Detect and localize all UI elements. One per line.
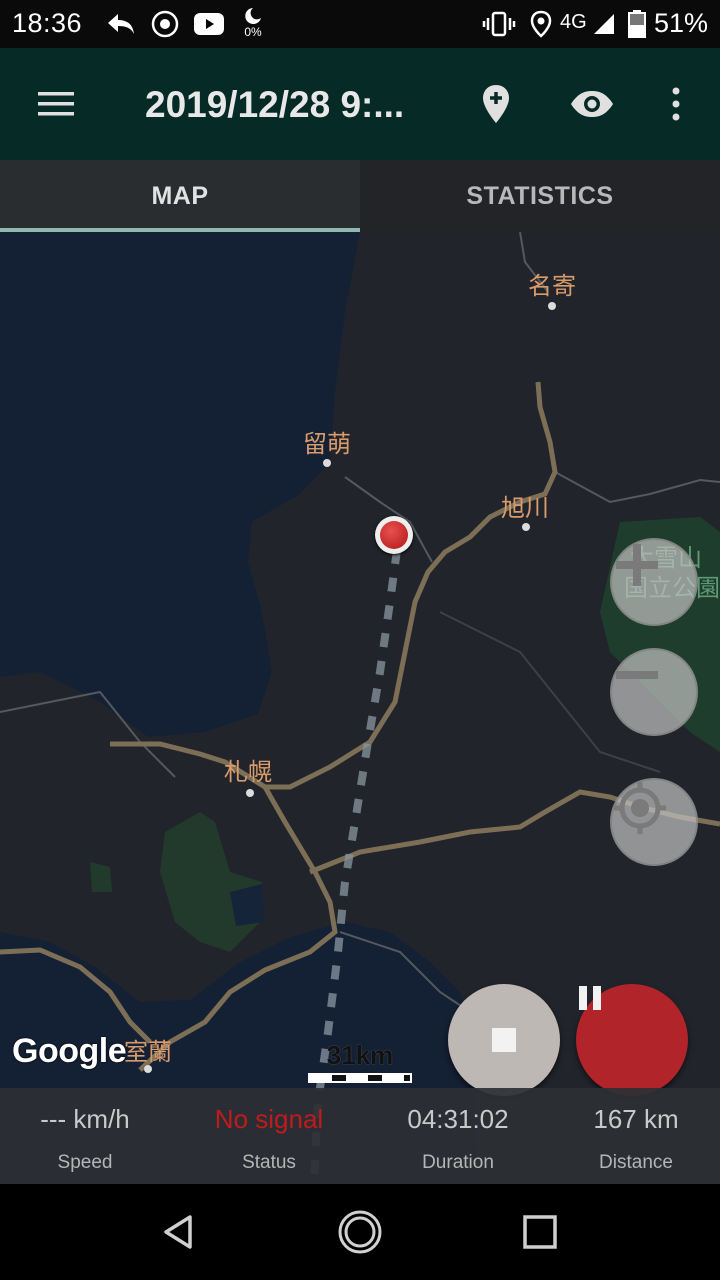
distance-label: Distance — [599, 1152, 673, 1173]
stop-button[interactable] — [448, 984, 560, 1096]
record-icon — [150, 8, 180, 40]
stat-status: No signal Status — [179, 1088, 359, 1174]
network-type: 4G — [560, 11, 587, 33]
duration-value: 04:31:02 — [407, 1104, 509, 1134]
google-attribution: Google — [12, 1032, 127, 1070]
battery-percent: 51% — [653, 8, 708, 38]
pause-button[interactable] — [576, 984, 688, 1096]
stat-duration: 04:31:02 Duration — [368, 1088, 548, 1174]
vibrate-icon — [482, 8, 516, 40]
navigation-bar — [0, 1184, 720, 1280]
data-percent: 0% — [244, 25, 262, 39]
location-icon — [530, 8, 552, 40]
status-label: Status — [242, 1152, 296, 1173]
battery-icon — [628, 8, 646, 40]
place-label-muroran: 室蘭 — [124, 1038, 172, 1066]
stat-distance: 167 km Distance — [546, 1088, 720, 1174]
add-marker-icon[interactable] — [468, 76, 524, 132]
back-icon[interactable] — [154, 1208, 202, 1256]
recents-icon[interactable] — [516, 1208, 564, 1256]
eye-icon[interactable] — [564, 76, 620, 132]
duration-label: Duration — [422, 1152, 494, 1173]
place-label-sapporo: 札幌 — [224, 758, 272, 786]
reply-arrow-icon — [105, 8, 137, 40]
tab-map[interactable]: MAP — [0, 160, 360, 232]
current-position-marker — [375, 516, 413, 554]
signal-icon — [592, 8, 616, 40]
status-value: No signal — [214, 1104, 324, 1134]
place-dot — [548, 302, 556, 310]
map-view[interactable]: 名寄 留萌 旭川 大雪山 国立公園 札幌 室蘭 Google 31km --- … — [0, 232, 720, 1184]
data-saver-icon: 0% — [242, 6, 264, 38]
speed-label: Speed — [57, 1152, 113, 1173]
tab-statistics[interactable]: STATISTICS — [360, 160, 720, 232]
status-bar: 18:36 0% 4G 51% — [0, 0, 720, 48]
menu-icon[interactable] — [28, 76, 84, 132]
zoom-out-icon[interactable] — [610, 648, 698, 736]
track-title: 2019/12/28 9:... — [145, 84, 405, 125]
place-label-nayoro: 名寄 — [528, 272, 576, 300]
stats-strip: --- km/h Speed No signal Status 04:31:02… — [0, 1088, 720, 1184]
speed-value: --- km/h — [40, 1104, 130, 1134]
place-dot — [323, 459, 331, 467]
place-label-asahikawa: 旭川 — [501, 494, 549, 522]
tab-bar: MAP STATISTICS — [0, 160, 720, 232]
place-dot — [522, 523, 530, 531]
map-scale: 31km — [308, 1040, 412, 1083]
pause-icon — [579, 986, 601, 1010]
more-vert-icon[interactable] — [648, 76, 704, 132]
scale-label: 31km — [326, 1040, 394, 1070]
app-bar: 2019/12/28 9:... — [0, 48, 720, 160]
distance-value: 167 km — [593, 1104, 679, 1134]
home-icon[interactable] — [336, 1208, 384, 1256]
place-label-rumoi: 留萌 — [303, 430, 351, 458]
status-time: 18:36 — [12, 8, 83, 38]
my-location-icon[interactable] — [610, 778, 698, 866]
zoom-in-icon[interactable] — [610, 538, 698, 626]
youtube-icon — [193, 8, 225, 40]
stop-icon — [492, 1028, 516, 1052]
place-dot — [144, 1065, 152, 1073]
scale-bar — [308, 1073, 412, 1083]
place-dot — [246, 789, 254, 797]
stat-speed: --- km/h Speed — [0, 1088, 175, 1174]
